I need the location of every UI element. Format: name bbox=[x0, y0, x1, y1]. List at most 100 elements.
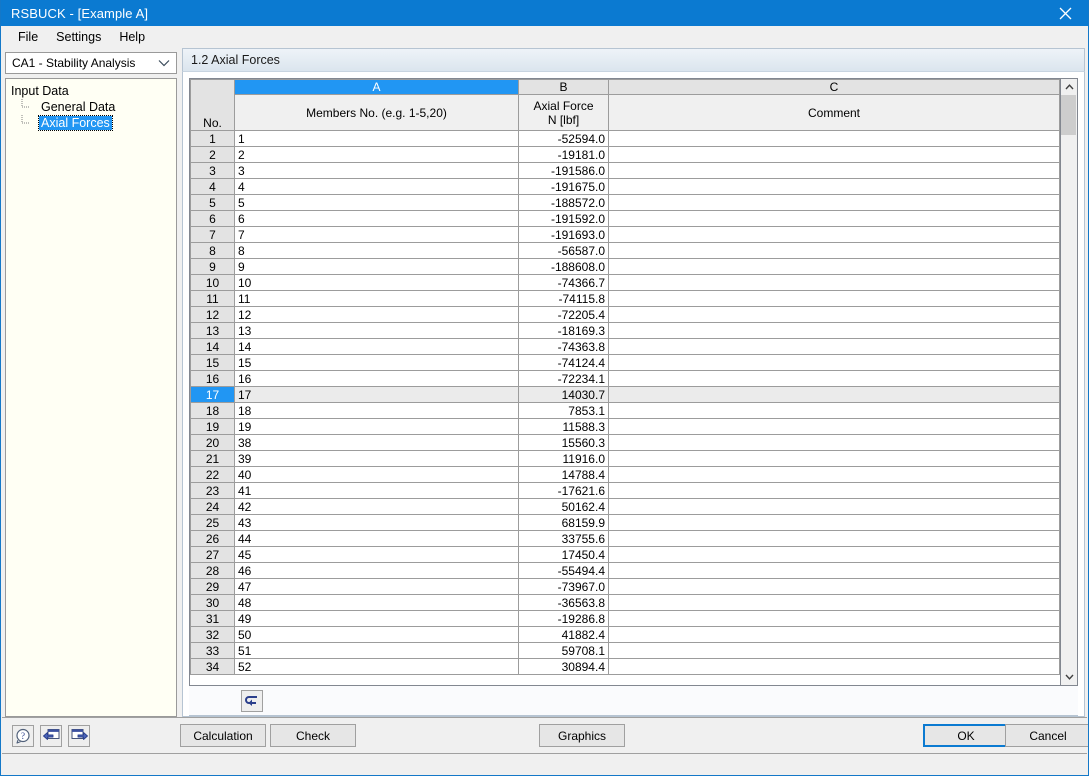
row-number-cell[interactable]: 28 bbox=[190, 562, 235, 579]
members-cell[interactable]: 7 bbox=[234, 226, 519, 243]
next-window-icon[interactable] bbox=[68, 724, 90, 747]
table-row[interactable]: 1 1 -52594.0 bbox=[190, 130, 1060, 147]
comment-cell[interactable] bbox=[608, 562, 1060, 579]
axial-force-cell[interactable]: 14030.7 bbox=[518, 386, 609, 403]
row-number-cell[interactable]: 15 bbox=[190, 354, 235, 371]
table-row[interactable]: 10 10 -74366.7 bbox=[190, 274, 1060, 291]
comment-cell[interactable] bbox=[608, 610, 1060, 627]
calculation-button[interactable]: Calculation bbox=[180, 724, 266, 747]
comment-cell[interactable] bbox=[608, 130, 1060, 147]
row-number-cell[interactable]: 12 bbox=[190, 306, 235, 323]
comment-cell[interactable] bbox=[608, 322, 1060, 339]
row-number-cell[interactable]: 32 bbox=[190, 626, 235, 643]
members-cell[interactable]: 12 bbox=[234, 306, 519, 323]
table-row[interactable]: 6 6 -191592.0 bbox=[190, 210, 1060, 227]
members-cell[interactable]: 15 bbox=[234, 354, 519, 371]
members-cell[interactable]: 9 bbox=[234, 258, 519, 275]
members-cell[interactable]: 43 bbox=[234, 514, 519, 531]
axial-force-cell[interactable]: 41882.4 bbox=[518, 626, 609, 643]
row-number-cell[interactable]: 23 bbox=[190, 482, 235, 499]
comment-cell[interactable] bbox=[608, 162, 1060, 179]
table-row[interactable]: 5 5 -188572.0 bbox=[190, 194, 1060, 211]
members-cell[interactable]: 52 bbox=[234, 658, 519, 675]
axial-force-cell[interactable]: -56587.0 bbox=[518, 242, 609, 259]
members-cell[interactable]: 48 bbox=[234, 594, 519, 611]
row-number-cell[interactable]: 1 bbox=[190, 130, 235, 147]
comment-cell[interactable] bbox=[608, 546, 1060, 563]
axial-force-cell[interactable]: 11588.3 bbox=[518, 418, 609, 435]
case-select-dropdown[interactable]: CA1 - Stability Analysis bbox=[5, 52, 177, 74]
table-row[interactable]: 14 14 -74363.8 bbox=[190, 338, 1060, 355]
comment-cell[interactable] bbox=[608, 450, 1060, 467]
members-cell[interactable]: 3 bbox=[234, 162, 519, 179]
axial-force-cell[interactable]: -74115.8 bbox=[518, 290, 609, 307]
table-row[interactable]: 18 18 7853.1 bbox=[190, 402, 1060, 419]
table-row[interactable]: 20 38 15560.3 bbox=[190, 434, 1060, 451]
row-number-cell[interactable]: 18 bbox=[190, 402, 235, 419]
axial-force-cell[interactable]: 68159.9 bbox=[518, 514, 609, 531]
axial-force-cell[interactable]: -74366.7 bbox=[518, 274, 609, 291]
comment-cell[interactable] bbox=[608, 258, 1060, 275]
members-cell[interactable]: 17 bbox=[234, 386, 519, 403]
axial-force-cell[interactable]: 15560.3 bbox=[518, 434, 609, 451]
row-number-cell[interactable]: 25 bbox=[190, 514, 235, 531]
axial-force-cell[interactable]: -17621.6 bbox=[518, 482, 609, 499]
members-cell[interactable]: 39 bbox=[234, 450, 519, 467]
axial-force-cell[interactable]: 59708.1 bbox=[518, 642, 609, 659]
comment-cell[interactable] bbox=[608, 434, 1060, 451]
members-cell[interactable]: 8 bbox=[234, 242, 519, 259]
table-row[interactable]: 16 16 -72234.1 bbox=[190, 370, 1060, 387]
scrollbar-thumb[interactable] bbox=[1061, 95, 1076, 135]
table-row[interactable]: 15 15 -74124.4 bbox=[190, 354, 1060, 371]
members-cell[interactable]: 18 bbox=[234, 402, 519, 419]
row-number-cell[interactable]: 20 bbox=[190, 434, 235, 451]
axial-force-cell[interactable]: -19181.0 bbox=[518, 146, 609, 163]
chevron-up-icon[interactable] bbox=[1061, 79, 1077, 95]
comment-cell[interactable] bbox=[608, 530, 1060, 547]
axial-force-cell[interactable]: -191693.0 bbox=[518, 226, 609, 243]
comment-cell[interactable] bbox=[608, 370, 1060, 387]
comment-cell[interactable] bbox=[608, 402, 1060, 419]
table-row[interactable]: 13 13 -18169.3 bbox=[190, 322, 1060, 339]
members-cell[interactable]: 2 bbox=[234, 146, 519, 163]
row-number-cell[interactable]: 22 bbox=[190, 466, 235, 483]
axial-force-cell[interactable]: -191592.0 bbox=[518, 210, 609, 227]
row-number-cell[interactable]: 31 bbox=[190, 610, 235, 627]
column-letter-a[interactable]: A bbox=[234, 79, 519, 95]
members-cell[interactable]: 14 bbox=[234, 338, 519, 355]
axial-force-cell[interactable]: -52594.0 bbox=[518, 130, 609, 147]
axial-force-cell[interactable]: 11916.0 bbox=[518, 450, 609, 467]
row-number-cell[interactable]: 10 bbox=[190, 274, 235, 291]
members-cell[interactable]: 16 bbox=[234, 370, 519, 387]
axial-force-cell[interactable]: 33755.6 bbox=[518, 530, 609, 547]
comment-cell[interactable] bbox=[608, 338, 1060, 355]
members-cell[interactable]: 13 bbox=[234, 322, 519, 339]
table-row[interactable]: 33 51 59708.1 bbox=[190, 642, 1060, 659]
axial-force-cell[interactable]: -72205.4 bbox=[518, 306, 609, 323]
table-row[interactable]: 25 43 68159.9 bbox=[190, 514, 1060, 531]
axial-force-cell[interactable]: 30894.4 bbox=[518, 658, 609, 675]
members-cell[interactable]: 44 bbox=[234, 530, 519, 547]
comment-cell[interactable] bbox=[608, 578, 1060, 595]
comment-cell[interactable] bbox=[608, 498, 1060, 515]
column-letter-b[interactable]: B bbox=[518, 79, 609, 95]
members-cell[interactable]: 11 bbox=[234, 290, 519, 307]
axial-force-cell[interactable]: -55494.4 bbox=[518, 562, 609, 579]
table-row[interactable]: 19 19 11588.3 bbox=[190, 418, 1060, 435]
members-cell[interactable]: 38 bbox=[234, 434, 519, 451]
row-number-cell[interactable]: 19 bbox=[190, 418, 235, 435]
row-number-cell[interactable]: 29 bbox=[190, 578, 235, 595]
menu-item-help[interactable]: Help bbox=[110, 28, 154, 46]
arrow-return-icon[interactable] bbox=[241, 689, 263, 712]
row-number-cell[interactable]: 21 bbox=[190, 450, 235, 467]
row-number-cell[interactable]: 5 bbox=[190, 194, 235, 211]
row-number-cell[interactable]: 3 bbox=[190, 162, 235, 179]
axial-force-cell[interactable]: -36563.8 bbox=[518, 594, 609, 611]
table-row[interactable]: 31 49 -19286.8 bbox=[190, 610, 1060, 627]
comment-cell[interactable] bbox=[608, 642, 1060, 659]
axial-force-cell[interactable]: 17450.4 bbox=[518, 546, 609, 563]
comment-cell[interactable] bbox=[608, 146, 1060, 163]
axial-force-cell[interactable]: -72234.1 bbox=[518, 370, 609, 387]
axial-force-cell[interactable]: -191675.0 bbox=[518, 178, 609, 195]
graphics-button[interactable]: Graphics bbox=[539, 724, 625, 747]
